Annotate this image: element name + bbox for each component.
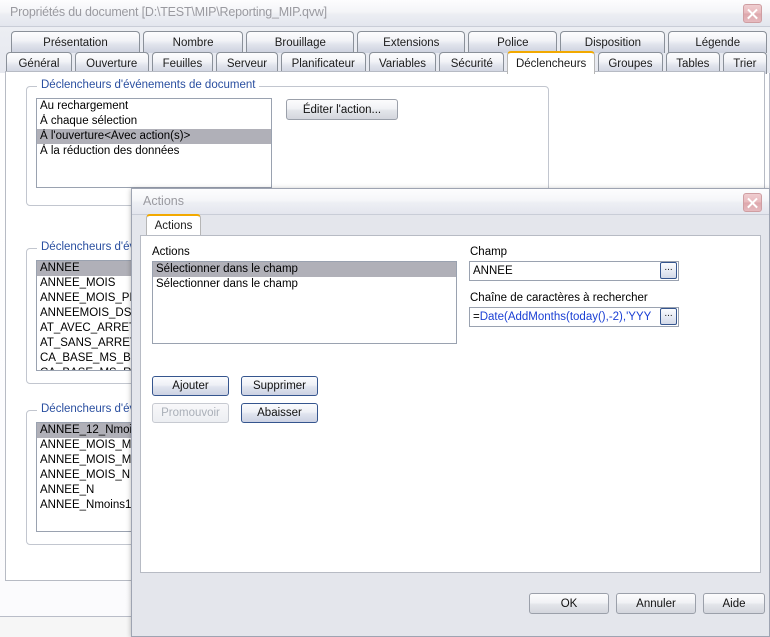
actions-list[interactable]: Sélectionner dans le champ Sélectionner d… (152, 261, 457, 344)
cancel-button[interactable]: Annuler (616, 593, 696, 614)
delete-action-button[interactable]: Supprimer (241, 376, 318, 396)
tab-pr-sentation[interactable]: Présentation (11, 31, 140, 53)
window-title: Propriétés du document [D:\TEST\MIP\Repo… (10, 5, 327, 19)
actions-dialog-title: Actions (143, 194, 184, 208)
actions-footer: OK Annuler Aide (133, 575, 769, 636)
demote-action-button[interactable]: Abaisser (241, 403, 318, 423)
add-action-button[interactable]: Ajouter (152, 376, 229, 396)
tab-row-top: Présentation Nombre Brouillage Extensions Po… (0, 31, 770, 53)
list-item[interactable]: Au rechargement (37, 99, 271, 114)
list-item[interactable]: À chaque sélection (37, 114, 271, 129)
list-item[interactable]: Sélectionner dans le champ (153, 277, 456, 292)
ok-button[interactable]: OK (529, 593, 609, 614)
close-icon[interactable] (743, 193, 762, 212)
document-trigger-list[interactable]: Au rechargement À chaque sélection À l'ouv… (36, 98, 272, 188)
tab-police[interactable]: Police (468, 31, 558, 53)
search-string-value: Date(AddMonths(today(),-2),'YYY (479, 311, 652, 323)
search-string-prefix: = (473, 311, 480, 323)
group-document-triggers-title: Déclencheurs d'événements de document (37, 79, 260, 91)
actions-tab-strip: Actions (140, 214, 761, 236)
search-string-label: Chaîne de caractères à rechercher (470, 292, 648, 304)
main-titlebar: Propriétés du document [D:\TEST\MIP\Repo… (0, 0, 770, 27)
help-button[interactable]: Aide (703, 593, 765, 614)
actions-dialog: Actions Actions Actions Sélectionner dan… (131, 188, 770, 637)
field-label: Champ (470, 246, 508, 258)
tab-extensions[interactable]: Extensions (357, 31, 466, 53)
list-item[interactable]: Sélectionner dans le champ (153, 262, 456, 277)
actions-tab-page: Actions Sélectionner dans le champ Sélect… (140, 235, 761, 573)
tab-nombre[interactable]: Nombre (142, 31, 244, 53)
close-icon[interactable] (743, 4, 762, 23)
tab-disposition[interactable]: Disposition (560, 31, 666, 53)
field-input-value: ANNEE (473, 265, 513, 277)
field-input[interactable]: ANNEE (469, 261, 679, 281)
tab-d-clencheurs[interactable]: Déclencheurs (507, 51, 595, 74)
promote-action-button[interactable]: Promouvoir (152, 403, 229, 423)
search-string-browse-button[interactable]: ... (660, 308, 677, 325)
edit-action-button[interactable]: Éditer l'action... (286, 99, 398, 120)
list-item[interactable]: À l'ouverture<Avec action(s)> (37, 129, 271, 144)
tab-actions[interactable]: Actions (146, 214, 201, 235)
actions-list-label: Actions (152, 246, 190, 258)
tab-brouillage[interactable]: Brouillage (246, 31, 355, 53)
tab-strip: Présentation Nombre Brouillage Extensions Po… (0, 27, 770, 74)
list-item[interactable]: À la réduction des données (37, 144, 271, 159)
field-browse-button[interactable]: ... (660, 262, 677, 279)
actions-titlebar: Actions (132, 189, 769, 215)
search-string-input[interactable]: =Date(AddMonths(today(),-2),'YYY (469, 307, 679, 327)
tab-l-gende[interactable]: Légende (668, 31, 767, 53)
